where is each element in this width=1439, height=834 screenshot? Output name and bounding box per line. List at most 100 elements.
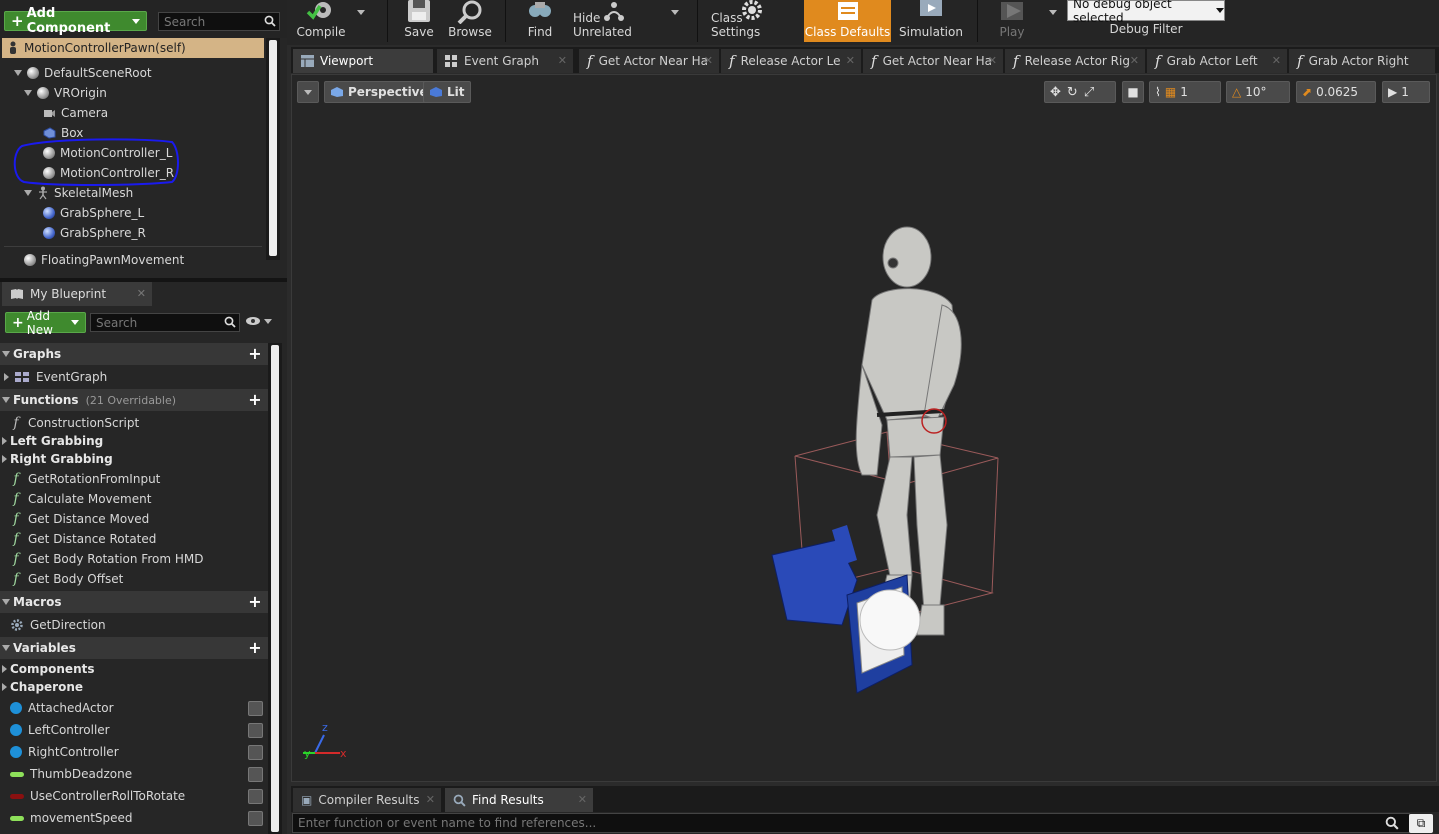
tab-find-results[interactable]: Find Results ✕ <box>445 788 593 812</box>
grid-snap-icon[interactable]: ▦ <box>1165 85 1176 99</box>
variable-item[interactable]: AttachedActor <box>10 698 114 718</box>
section-macros[interactable]: Macros + <box>0 591 268 613</box>
tab-function[interactable]: f Release Actor Rig ✕ <box>1005 49 1145 73</box>
component-search-input[interactable]: Search <box>158 12 280 31</box>
section-graphs[interactable]: Graphs + <box>0 343 268 365</box>
variable-visibility-toggle[interactable] <box>248 745 263 760</box>
debug-object-select[interactable]: No debug object selected <box>1067 0 1225 25</box>
close-icon[interactable]: ✕ <box>137 287 146 300</box>
variable-item[interactable]: RightController <box>10 742 119 762</box>
add-function-button[interactable]: + <box>247 392 263 408</box>
tree-item-skeletalmesh[interactable]: SkeletalMesh <box>24 183 133 203</box>
graph-item-eventgraph[interactable]: EventGraph <box>4 367 107 387</box>
find-in-all-blueprints-button[interactable]: ⧉ <box>1409 814 1433 833</box>
function-item-constructionscript[interactable]: f ConstructionScript <box>10 413 139 433</box>
rotate-icon[interactable]: ↻ <box>1067 85 1078 100</box>
close-icon[interactable]: ✕ <box>846 54 855 67</box>
search-icon[interactable] <box>1385 816 1399 830</box>
close-icon[interactable]: ✕ <box>1130 54 1139 67</box>
category-chaperone[interactable]: Chaperone <box>2 678 83 696</box>
variable-visibility-toggle[interactable] <box>248 811 263 826</box>
simulation-button[interactable]: Simulation <box>899 0 963 42</box>
blueprint-search-input[interactable]: Search <box>90 313 240 332</box>
tab-event-graph[interactable]: Event Graph ✕ <box>437 49 573 73</box>
compile-options-dropdown[interactable] <box>357 10 365 15</box>
tab-my-blueprint[interactable]: My Blueprint ✕ <box>2 282 152 306</box>
rotation-snap-value[interactable]: 10° <box>1245 85 1266 99</box>
tab-function[interactable]: f Grab Actor Right <box>1289 49 1435 73</box>
tab-viewport[interactable]: Viewport <box>293 49 433 73</box>
view-options-button[interactable] <box>245 316 272 326</box>
blueprint-scrollbar[interactable] <box>268 343 282 834</box>
function-item[interactable]: f GetRotationFromInput <box>10 469 160 489</box>
save-button[interactable]: Save <box>399 0 439 42</box>
variable-item[interactable]: UseControllerRollToRotate <box>10 786 185 806</box>
macro-item-getdirection[interactable]: GetDirection <box>10 615 106 635</box>
close-icon[interactable]: ✕ <box>578 793 587 806</box>
grid-snap-value[interactable]: 1 <box>1180 85 1188 99</box>
viewport[interactable]: Perspective Lit ✥ ↻ ⤢ ■ ⌇ ▦ 1 △ 10° ⬈ 0.… <box>291 74 1437 782</box>
browse-button[interactable]: Browse <box>447 0 493 42</box>
close-icon[interactable]: ✕ <box>426 793 435 806</box>
scale-snap-icon[interactable]: ⬈ <box>1302 85 1312 99</box>
section-variables[interactable]: Variables + <box>0 637 268 659</box>
tree-item-vrorigin[interactable]: VROrigin <box>24 83 107 103</box>
function-item[interactable]: f Get Body Rotation From HMD <box>10 549 203 569</box>
variable-visibility-toggle[interactable] <box>248 701 263 716</box>
surface-snap-icon[interactable]: ⌇ <box>1155 85 1161 99</box>
function-item[interactable]: f Get Distance Moved <box>10 509 149 529</box>
rotation-snap-group[interactable]: △ 10° <box>1226 81 1290 103</box>
play-button[interactable]: Play <box>991 0 1033 42</box>
hide-unrelated-button[interactable]: Hide Unrelated <box>573 0 655 42</box>
tree-item-grabsphere-l[interactable]: GrabSphere_L <box>43 203 144 223</box>
close-icon[interactable]: ✕ <box>1272 54 1281 67</box>
section-functions[interactable]: Functions (21 Overridable) + <box>0 389 268 411</box>
play-options-dropdown[interactable] <box>1049 10 1057 15</box>
add-component-button[interactable]: + Add Component <box>4 6 147 36</box>
blueprint-scrollbar-thumb[interactable] <box>271 345 279 832</box>
tab-function[interactable]: f Grab Actor Left ✕ <box>1147 49 1287 73</box>
hide-unrelated-dropdown[interactable] <box>671 10 679 15</box>
camera-speed-button[interactable]: ▶ 1 <box>1382 81 1430 103</box>
add-macro-button[interactable]: + <box>247 594 263 610</box>
function-item[interactable]: f Calculate Movement <box>10 489 151 509</box>
find-references-input[interactable]: Enter function or event name to find ref… <box>292 813 1410 833</box>
coordinate-space-button[interactable]: ■ <box>1122 81 1144 103</box>
perspective-button[interactable]: Perspective <box>324 81 434 103</box>
lit-button[interactable]: Lit <box>423 81 471 103</box>
category-right-grabbing[interactable]: Right Grabbing <box>2 450 113 468</box>
scale-snap-value[interactable]: 0.0625 <box>1316 85 1358 99</box>
category-components[interactable]: Components <box>2 660 95 678</box>
tree-item-self[interactable]: MotionControllerPawn(self) <box>2 38 264 58</box>
class-defaults-button[interactable]: Class Defaults <box>804 0 891 42</box>
function-item[interactable]: f Get Body Offset <box>10 569 123 589</box>
tab-function[interactable]: f Get Actor Near Ha ✕ <box>863 49 1003 73</box>
tree-item-defaultsceneroot[interactable]: DefaultSceneRoot <box>14 63 152 83</box>
compile-button[interactable]: Compile <box>293 0 349 42</box>
variable-item[interactable]: LeftController <box>10 720 110 740</box>
viewport-options-button[interactable] <box>297 81 319 103</box>
rotation-snap-icon[interactable]: △ <box>1232 85 1241 99</box>
variable-item[interactable]: ThumbDeadzone <box>10 764 132 784</box>
scale-snap-group[interactable]: ⬈ 0.0625 <box>1296 81 1376 103</box>
scale-icon[interactable]: ⤢ <box>1084 85 1094 100</box>
variable-visibility-toggle[interactable] <box>248 723 263 738</box>
tree-scrollbar[interactable] <box>266 38 280 260</box>
tree-item-grabsphere-r[interactable]: GrabSphere_R <box>43 223 146 243</box>
translate-icon[interactable]: ✥ <box>1050 85 1061 100</box>
variable-item[interactable]: movementSpeed <box>10 808 133 828</box>
add-new-button[interactable]: + Add New <box>5 309 86 337</box>
find-button[interactable]: Find <box>521 0 559 42</box>
tab-function[interactable]: f Get Actor Near Ha ✕ <box>579 49 719 73</box>
tree-item-camera[interactable]: Camera <box>43 103 108 123</box>
grid-snap-group[interactable]: ⌇ ▦ 1 <box>1149 81 1221 103</box>
category-left-grabbing[interactable]: Left Grabbing <box>2 432 103 450</box>
tree-item-floatingpawnmovement[interactable]: FloatingPawnMovement <box>24 250 184 270</box>
add-graph-button[interactable]: + <box>247 346 263 362</box>
tab-compiler-results[interactable]: ▣ Compiler Results ✕ <box>293 788 441 812</box>
variable-visibility-toggle[interactable] <box>248 789 263 804</box>
variable-visibility-toggle[interactable] <box>248 767 263 782</box>
transform-mode-group[interactable]: ✥ ↻ ⤢ <box>1044 81 1116 103</box>
tree-scrollbar-thumb[interactable] <box>269 40 277 256</box>
function-item[interactable]: f Get Distance Rotated <box>10 529 156 549</box>
